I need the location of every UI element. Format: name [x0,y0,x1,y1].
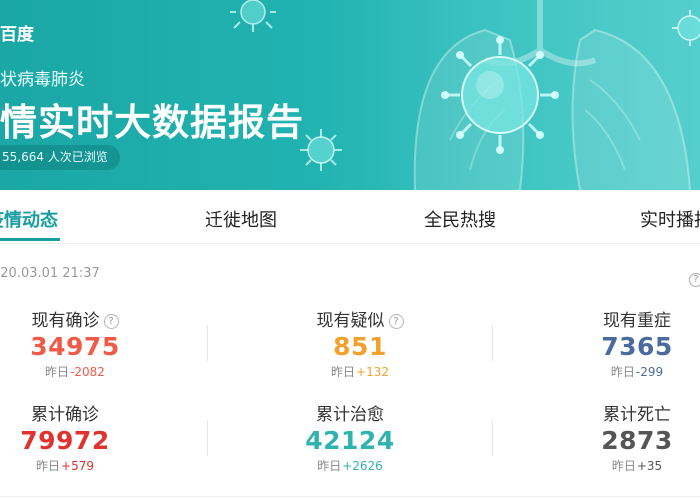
divider [492,420,493,456]
stat-value: 7365 [601,332,673,361]
banner-title: 情实时大数据报告 [0,101,304,144]
stat-value: 42124 [305,426,395,455]
divider [492,325,493,361]
banner: 百度 状病毒肺炎 情实时大数据报告 55,664 人次已浏览 [0,0,700,190]
banner-subtitle: 状病毒肺炎 [0,70,85,90]
virus-small-icon [300,129,342,171]
virus-large-icon [441,36,559,154]
help-icon[interactable]: ? [689,267,700,287]
delta-prefix: 昨日 [36,459,61,473]
update-time: 020.03.01 21:37 [0,266,100,281]
tab-hot-search[interactable]: 全民热搜 [424,206,496,232]
delta-prefix: 昨日 [610,365,635,379]
virus-small-icon [672,10,700,46]
stat-label: 累计确诊 [31,405,99,425]
stat-label-text: 现有疑似 [316,311,385,331]
stat-label-text: 现有确诊 [31,311,100,331]
brand-logo[interactable]: 百度 [0,20,34,45]
tab-bar: 疫情动态 迁徙地图 全民热搜 实时播报 [0,190,700,244]
stat-delta: 昨日+579 [0,457,165,474]
delta-prefix: 昨日 [611,459,636,473]
tab-live-broadcast[interactable]: 实时播报 [640,206,700,232]
delta-value: +2626 [342,459,383,473]
delta-value: +579 [61,459,94,473]
stat-value: 851 [333,332,387,361]
delta-prefix: 昨日 [331,365,356,379]
stat-total-deaths: 累计死亡 2873 昨日+35 [537,400,700,474]
stat-label: 现有疑似? [260,306,460,331]
stat-label: 现有重症 [603,311,671,331]
tab-epidemic-news[interactable]: 疫情动态 [0,206,58,232]
stat-delta: 昨日+132 [260,363,460,380]
stat-delta: 昨日+35 [537,457,700,474]
active-tab-indicator [0,238,60,241]
delta-value: -2082 [70,365,105,379]
divider [207,325,208,361]
stat-label: 累计死亡 [603,405,671,425]
stat-delta: 昨日-2082 [0,363,175,380]
delta-value: +35 [636,459,663,473]
stat-current-suspected: 现有疑似? 851 昨日+132 [260,306,460,380]
stat-label: 现有确诊? [0,306,175,331]
stat-value: 79972 [20,426,110,455]
delta-value: -299 [635,365,664,379]
stat-value: 34975 [30,332,120,361]
delta-value: +132 [356,365,389,379]
tab-migration-map[interactable]: 迁徙地图 [205,206,277,232]
help-glyph: ? [689,273,700,287]
page: 百度 状病毒肺炎 情实时大数据报告 55,664 人次已浏览 疫情动态 迁徙地图… [0,0,700,500]
stat-current-confirmed: 现有确诊? 34975 昨日-2082 [0,306,175,380]
stat-value: 2873 [601,426,673,455]
views-counter: 55,664 人次已浏览 [0,145,120,170]
stat-current-severe: 现有重症 7365 昨日-299 [537,306,700,380]
stat-delta: 昨日-299 [537,363,700,380]
delta-prefix: 昨日 [45,365,70,379]
stat-delta: 昨日+2626 [250,457,450,474]
divider [0,496,700,497]
stat-total-cured: 累计治愈 42124 昨日+2626 [250,400,450,474]
virus-small-icon [230,0,276,32]
delta-prefix: 昨日 [317,459,342,473]
divider [207,420,208,456]
help-icon[interactable]: ? [103,314,119,329]
help-icon[interactable]: ? [388,314,404,329]
stat-label: 累计治愈 [316,405,384,425]
stat-total-confirmed: 累计确诊 79972 昨日+579 [0,400,165,474]
